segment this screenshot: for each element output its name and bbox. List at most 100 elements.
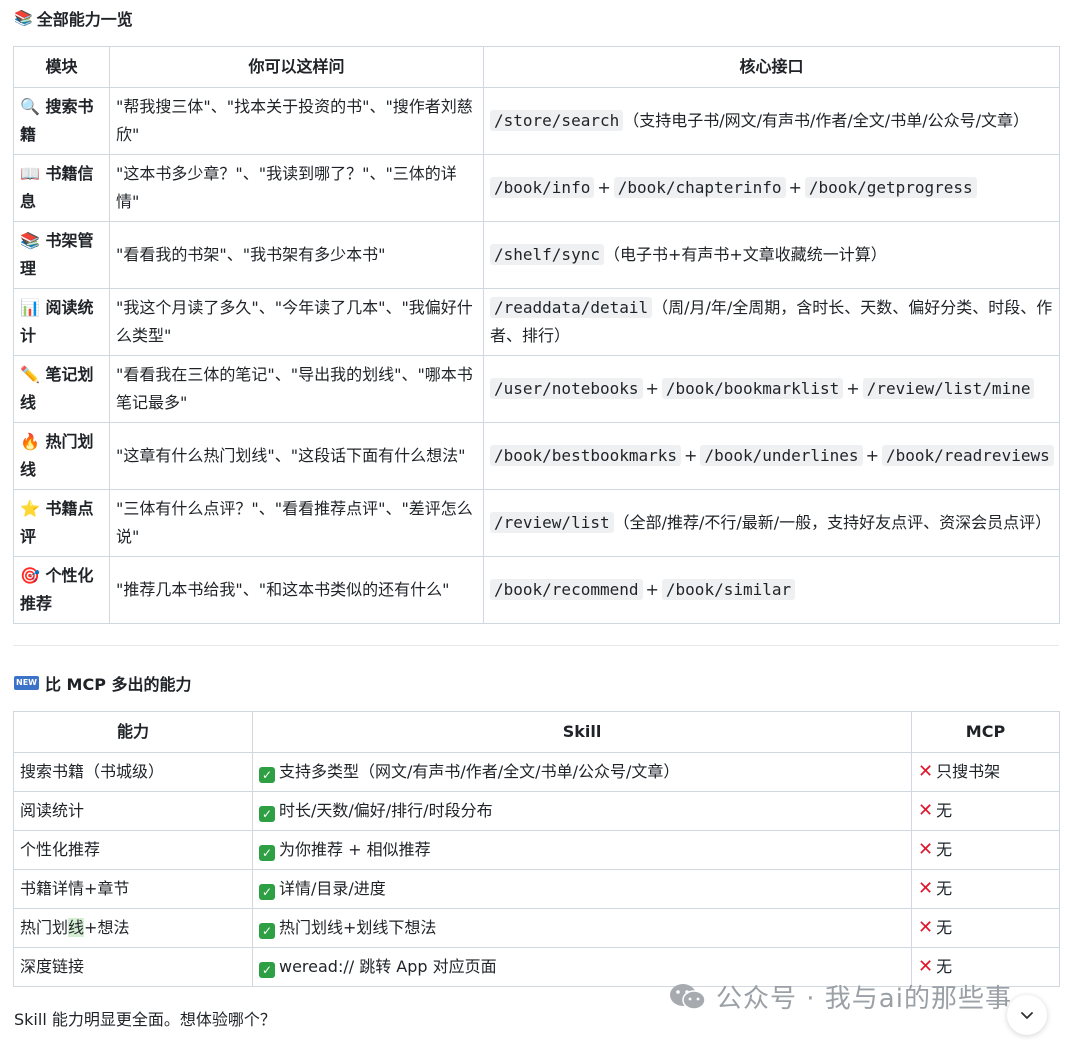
api-cell: /book/recommend +/book/similar: [483, 556, 1060, 624]
api-endpoint: /book/bookmarklist: [661, 378, 844, 399]
cross-mark-icon: ✕: [918, 956, 934, 977]
section-divider: [13, 645, 1059, 646]
capability-cell: 阅读统计: [13, 791, 253, 831]
api-endpoint: /review/list/mine: [862, 378, 1035, 399]
table-row: ⭐ 书籍点评 "三体有什么点评？"、"看看推荐点评"、"差评怎么说"/review…: [13, 489, 1060, 557]
skill-cell: ✓ 热门划线+划线下想法: [252, 908, 912, 948]
skill-cell: ✓ 支持多类型（网文/有声书/作者/全文/书单/公众号/文章）: [252, 752, 912, 792]
mcp-text: 无: [936, 801, 953, 820]
check-mark-icon: ✓: [259, 962, 275, 978]
table-row: 🎯 个性化推荐 "推荐几本书给我"、"和这本书类似的还有什么"/book/reco…: [13, 556, 1060, 624]
skill-text: weread:// 跳转 App 对应页面: [279, 957, 497, 976]
watermark-text: 公众号 · 我与ai的那些事: [716, 984, 1012, 1014]
chevron-down-icon: [1021, 1012, 1033, 1019]
mcp-text: 无: [936, 957, 953, 976]
skill-text: 支持多类型（网文/有声书/作者/全文/书单/公众号/文章）: [279, 762, 680, 781]
api-cell: /review/list （全部/推荐/不行/最新/一般，支持好友点评、资深会员点…: [483, 489, 1060, 557]
api-note: （全部/推荐/不行/最新/一般，支持好友点评、资深会员点评）: [613, 513, 1052, 532]
api-endpoint: /book/readreviews: [881, 445, 1054, 466]
module-icon: 📖: [20, 164, 40, 183]
section-title: 比 MCP 多出的能力: [44, 675, 192, 694]
table-row: 🔍 搜索书籍 "帮我搜三体"、"找本关于投资的书"、"搜作者刘慈欣"/store/…: [13, 87, 1060, 155]
cross-mark-icon: ✕: [918, 839, 934, 860]
capability-cell: 搜索书籍（书城级）: [13, 752, 253, 792]
api-cell: /user/notebooks +/book/bookmarklist +/revi…: [483, 355, 1060, 423]
table-row: 书籍详情+章节 ✓ 详情/目录/进度 ✕ 无: [13, 869, 1060, 909]
skill-text: 为你推荐 + 相似推荐: [279, 840, 431, 859]
module-cell: 📊 阅读统计: [13, 288, 110, 356]
capability-text: 线: [68, 918, 85, 937]
mcp-text: 无: [936, 918, 953, 937]
api-endpoint: /book/getprogress: [804, 177, 977, 198]
module-cell: ✏️ 笔记划线: [13, 355, 110, 423]
table-header-row: 模块 你可以这样问 核心接口: [13, 46, 1060, 88]
api-note: （电子书+有声书+文章收藏统一计算）: [603, 245, 887, 264]
skill-cell: ✓ 为你推荐 + 相似推荐: [252, 830, 912, 870]
module-cell: 🎯 个性化推荐: [13, 556, 110, 624]
capability-cell: 热门划线+想法: [13, 908, 253, 948]
cross-mark-icon: ✕: [918, 878, 934, 899]
watermark: 公众号 · 我与ai的那些事: [668, 978, 1012, 1015]
api-endpoint: /book/chapterinfo: [613, 177, 786, 198]
header-api: 核心接口: [483, 46, 1060, 88]
api-cell: /store/search （支持电子书/网文/有声书/作者/全文/书单/公众号/…: [483, 87, 1060, 155]
module-icon: 🎯: [20, 566, 40, 585]
api-note: （支持电子书/网文/有声书/作者/全文/书单/公众号/文章）: [623, 111, 1029, 130]
api-endpoint: /review/list: [490, 512, 614, 533]
plus-separator: +: [684, 446, 698, 465]
api-cell: /readdata/detail （周/月/年/全周期，含时长、天数、偏好分类、时…: [483, 288, 1060, 356]
ask-cell: "推荐几本书给我"、"和这本书类似的还有什么": [109, 556, 484, 624]
ask-cell: "三体有什么点评？"、"看看推荐点评"、"差评怎么说": [109, 489, 484, 557]
section-heading-extra: NEW 比 MCP 多出的能力: [14, 671, 192, 695]
check-mark-icon: ✓: [259, 884, 275, 900]
footer-text: Skill 能力明显更全面。想体验哪个？: [14, 1010, 276, 1029]
mcp-cell: ✕ 无: [911, 869, 1060, 909]
check-mark-icon: ✓: [259, 806, 275, 822]
table-row: ✏️ 笔记划线 "看看我在三体的笔记"、"导出我的划线"、"哪本书笔记最多"/us…: [13, 355, 1060, 423]
capability-text: +想法: [84, 918, 130, 937]
ask-cell: "我这个月读了多久"、"今年读了几本"、"我偏好什么类型": [109, 288, 484, 356]
table-row: 📖 书籍信息 "这本书多少章？"、"我读到哪了？"、"三体的详情"/book/in…: [13, 154, 1060, 222]
skill-text: 时长/天数/偏好/排行/时段分布: [279, 801, 493, 820]
table-row: 📚 书架管理 "看看我的书架"、"我书架有多少本书"/shelf/sync （电子书…: [13, 221, 1060, 289]
mcp-text: 无: [936, 840, 953, 859]
api-endpoint: /book/underlines: [700, 445, 863, 466]
skill-cell: ✓ 时长/天数/偏好/排行/时段分布: [252, 791, 912, 831]
mcp-text: 无: [936, 879, 953, 898]
api-cell: /book/info +/book/chapterinfo +/book/getpr…: [483, 154, 1060, 222]
books-icon: 📚: [14, 9, 33, 27]
api-endpoint: /store/search: [490, 110, 624, 131]
module-icon: 🔥: [20, 432, 40, 451]
new-badge-icon: NEW: [14, 676, 39, 690]
mcp-cell: ✕ 无: [911, 830, 1060, 870]
cross-mark-icon: ✕: [918, 917, 934, 938]
api-cell: /book/bestbookmarks +/book/underlines +/bo…: [483, 422, 1060, 490]
mcp-cell: ✕ 无: [911, 791, 1060, 831]
check-mark-icon: ✓: [259, 923, 275, 939]
plus-separator: +: [645, 580, 659, 599]
cross-mark-icon: ✕: [918, 761, 934, 782]
mcp-cell: ✕ 无: [911, 908, 1060, 948]
capability-cell: 个性化推荐: [13, 830, 253, 870]
module-cell: 🔥 热门划线: [13, 422, 110, 490]
table-row: 📊 阅读统计 "我这个月读了多久"、"今年读了几本"、"我偏好什么类型"/read…: [13, 288, 1060, 356]
table-row: 🔥 热门划线 "这章有什么热门划线"、"这段话下面有什么想法"/book/best…: [13, 422, 1060, 490]
module-icon: ⭐: [20, 499, 40, 518]
api-endpoint: /shelf/sync: [490, 244, 604, 265]
module-cell: 🔍 搜索书籍: [13, 87, 110, 155]
skill-text: 详情/目录/进度: [279, 879, 386, 898]
header-mcp: MCP: [911, 711, 1060, 753]
module-cell: ⭐ 书籍点评: [13, 489, 110, 557]
wechat-icon: [670, 983, 706, 1010]
mcp-cell: ✕ 只搜书架: [911, 752, 1060, 792]
table-header-row: 能力 Skill MCP: [13, 711, 1060, 753]
plus-separator: +: [788, 178, 802, 197]
capability-cell: 深度链接: [13, 947, 253, 987]
capabilities-table: 模块 你可以这样问 核心接口 🔍 搜索书籍 "帮我搜三体"、"找本关于投资的书"、…: [13, 46, 1060, 624]
scroll-down-button[interactable]: [1007, 995, 1047, 1035]
plus-separator: +: [846, 379, 860, 398]
table-row: 阅读统计 ✓ 时长/天数/偏好/排行/时段分布 ✕ 无: [13, 791, 1060, 831]
api-endpoint: /book/similar: [661, 579, 796, 600]
skill-text: 热门划线+划线下想法: [279, 918, 437, 937]
capability-cell: 书籍详情+章节: [13, 869, 253, 909]
